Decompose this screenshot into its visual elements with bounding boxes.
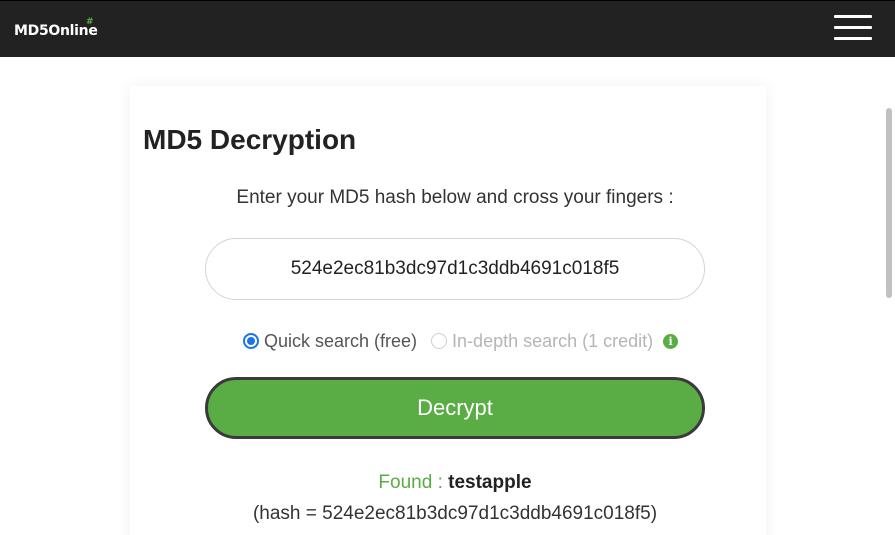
in-depth-search-radio (431, 333, 448, 349)
in-depth-search-label: In-depth search (1 credit) (452, 330, 654, 351)
quick-search-radio[interactable] (243, 333, 259, 349)
site-logo[interactable]: MD5Online # (14, 17, 98, 39)
result-hash-line: (hash = 524e2ec81b3dc97d1c3ddb4691c018f5… (252, 503, 658, 524)
result-line: Found : testapple (130, 472, 780, 494)
decrypt-button[interactable]: Decrypt (205, 377, 705, 439)
found-value: testapple (448, 472, 532, 493)
top-navbar: MD5Online # (0, 0, 895, 57)
quick-search-label[interactable]: Quick search (free) (264, 331, 417, 352)
search-mode-options: Quick search (free) In-depth search (1 c… (243, 329, 679, 353)
logo-text: MD5Online (14, 23, 98, 39)
logo-hash-mark: # (86, 17, 94, 27)
scrollbar-thumb[interactable] (886, 108, 892, 298)
page-title: MD5 Decryption (143, 124, 357, 155)
info-icon[interactable]: i (663, 333, 679, 349)
hamburger-menu-icon[interactable] (834, 15, 872, 41)
hash-input[interactable] (205, 238, 705, 300)
instruction-text: Enter your MD5 hash below and cross your… (236, 187, 674, 208)
found-label: Found : (378, 472, 443, 493)
